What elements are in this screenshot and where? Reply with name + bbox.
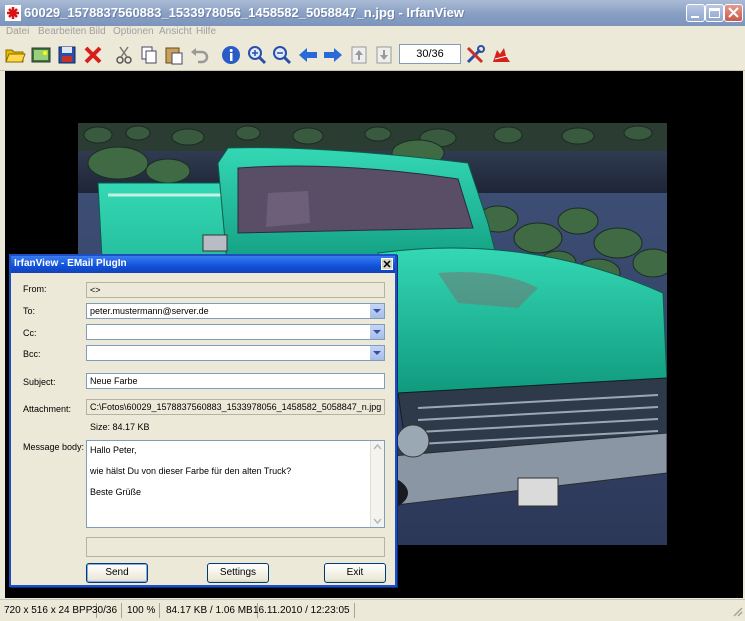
status-bar: 720 x 516 x 24 BPP 30/36 100 % 84.17 KB … xyxy=(0,599,745,621)
to-dropdown-icon[interactable] xyxy=(369,304,384,318)
irfanview-red-cat-icon xyxy=(5,5,21,21)
bcc-combobox[interactable] xyxy=(86,345,385,361)
zoom-out-icon[interactable] xyxy=(271,44,293,66)
last-icon[interactable] xyxy=(373,44,395,66)
zoom-in-icon[interactable] xyxy=(246,44,268,66)
from-field: <> xyxy=(86,282,385,298)
window-titlebar[interactable]: 60029_1578837560883_1533978056_1458582_5… xyxy=(0,0,745,27)
cut-icon[interactable] xyxy=(113,44,135,66)
maximize-icon[interactable] xyxy=(705,4,724,22)
menu-bar: Datei Bearbeiten Bild Optionen Ansicht H… xyxy=(0,26,745,40)
cc-label: Cc: xyxy=(23,328,37,338)
send-button[interactable]: Send xyxy=(86,563,148,583)
send-progress-bar xyxy=(86,537,385,557)
cc-combobox[interactable] xyxy=(86,324,385,340)
open-folder-icon[interactable] xyxy=(4,44,26,66)
body-line: Beste Grüße xyxy=(90,487,142,497)
info-icon[interactable] xyxy=(220,44,242,66)
slideshow-icon[interactable] xyxy=(30,44,52,66)
menu-hilfe[interactable]: Hilfe xyxy=(196,26,216,37)
status-position: 30/36 xyxy=(92,603,123,618)
dialog-titlebar[interactable]: IrfanView - EMail PlugIn xyxy=(11,256,395,273)
body-line: wie hälst Du von dieser Farbe für den al… xyxy=(90,466,292,476)
bcc-label: Bcc: xyxy=(23,349,41,359)
resize-grip-icon[interactable] xyxy=(732,606,743,620)
toolbar xyxy=(0,40,745,71)
status-zoom: 100 % xyxy=(127,603,161,618)
paste-icon[interactable] xyxy=(163,44,185,66)
save-icon[interactable] xyxy=(56,44,78,66)
subject-label: Subject: xyxy=(23,377,56,387)
close-icon[interactable] xyxy=(724,4,743,22)
status-datetime: 16.11.2010 / 12:23:05 xyxy=(253,603,355,618)
message-body-label: Message body: xyxy=(23,442,85,452)
subject-input[interactable]: Neue Farbe xyxy=(86,373,385,389)
delete-icon[interactable] xyxy=(82,44,104,66)
message-body-textarea[interactable]: Hallo Peter, wie hälst Du von dieser Far… xyxy=(86,440,385,528)
undo-icon[interactable] xyxy=(188,44,210,66)
to-combobox[interactable]: peter.mustermann@server.de xyxy=(86,303,385,319)
first-icon[interactable] xyxy=(348,44,370,66)
exit-cat-icon[interactable] xyxy=(490,44,512,66)
message-body-scrollbar[interactable] xyxy=(370,441,384,527)
status-dimensions: 720 x 516 x 24 BPP xyxy=(4,603,98,618)
next-icon[interactable] xyxy=(322,44,344,66)
attachment-label: Attachment: xyxy=(23,404,72,414)
menu-bearbeiten[interactable]: Bearbeiten xyxy=(38,26,86,37)
status-size: 84.17 KB / 1.06 MB xyxy=(166,603,258,618)
window-title: 60029_1578837560883_1533978056_1458582_5… xyxy=(24,5,464,20)
to-label: To: xyxy=(23,306,36,316)
from-label: From: xyxy=(23,284,47,294)
dialog-title: IrfanView - EMail PlugIn xyxy=(14,258,127,269)
menu-optionen[interactable]: Optionen xyxy=(113,26,154,37)
minimize-icon[interactable] xyxy=(686,4,705,22)
dialog-close-icon[interactable] xyxy=(381,258,393,270)
bcc-dropdown-icon[interactable] xyxy=(369,346,384,360)
settings-tools-icon[interactable] xyxy=(464,44,486,66)
cc-dropdown-icon[interactable] xyxy=(369,325,384,339)
exit-button[interactable]: Exit xyxy=(324,563,386,583)
menu-datei[interactable]: Datei xyxy=(6,26,29,37)
settings-button[interactable]: Settings xyxy=(207,563,269,583)
page-counter: 30/36 xyxy=(399,44,461,64)
previous-icon[interactable] xyxy=(297,44,319,66)
email-plugin-dialog: IrfanView - EMail PlugIn From: <> To: pe… xyxy=(9,254,397,587)
menu-ansicht[interactable]: Ansicht xyxy=(159,26,192,37)
to-value: peter.mustermann@server.de xyxy=(90,306,209,316)
copy-icon[interactable] xyxy=(138,44,160,66)
body-line: Hallo Peter, xyxy=(90,445,137,455)
attachment-field: C:\Fotos\60029_1578837560883_1533978056_… xyxy=(86,399,385,415)
attachment-size: Size: 84.17 KB xyxy=(90,422,150,432)
menu-bild[interactable]: Bild xyxy=(89,26,106,37)
